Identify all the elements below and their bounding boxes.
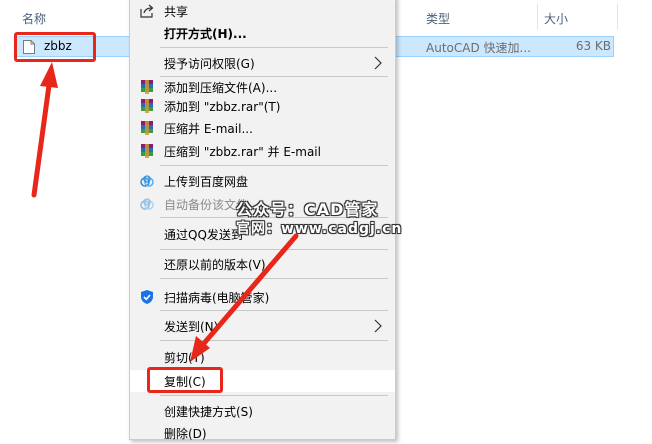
column-divider[interactable]: [537, 4, 538, 30]
baidu-cloud-icon: [140, 175, 154, 187]
menu-separator: [160, 249, 388, 250]
share-icon: [140, 4, 154, 18]
menu-item-scan-virus[interactable]: 扫描病毒(电脑管家): [130, 286, 395, 308]
menu-item-label: 上传到百度网盘: [164, 175, 249, 189]
menu-separator: [160, 278, 388, 279]
menu-item-upload-baidu[interactable]: 上传到百度网盘: [130, 170, 395, 192]
file-size: 63 KB: [575, 39, 611, 53]
menu-item-label: 剪切(T): [164, 351, 205, 365]
menu-item-restore-versions[interactable]: 还原以前的版本(V): [130, 253, 395, 275]
baidu-cloud-icon: [140, 198, 154, 210]
menu-item-label: 共享: [164, 5, 189, 19]
menu-item-send-to[interactable]: 发送到(N): [130, 315, 395, 337]
column-header-size[interactable]: 大小: [544, 10, 568, 27]
menu-item-cut[interactable]: 剪切(T): [130, 346, 395, 368]
menu-item-label: 扫描病毒(电脑管家): [164, 291, 270, 305]
shield-icon: [141, 290, 153, 304]
watermark-text: 公众号：CAD管家: [236, 200, 379, 219]
menu-item-share[interactable]: 共享: [130, 0, 395, 22]
menu-separator: [160, 47, 388, 48]
file-type: AutoCAD 快速加...: [426, 41, 531, 55]
menu-item-label: 添加到 "zbbz.rar"(T): [164, 100, 281, 114]
column-header-type[interactable]: 类型: [426, 10, 450, 27]
menu-item-label: 压缩并 E-mail...: [164, 122, 253, 136]
menu-item-label: 发送到(N): [164, 320, 219, 334]
menu-separator: [160, 165, 388, 166]
column-header-name[interactable]: 名称: [22, 10, 46, 27]
winrar-icon: [141, 80, 153, 94]
menu-item-label: 添加到压缩文件(A)...: [164, 81, 278, 95]
menu-item-create-shortcut[interactable]: 创建快捷方式(S): [130, 400, 395, 422]
menu-separator: [160, 340, 388, 341]
menu-item-label: 还原以前的版本(V): [164, 258, 266, 272]
annotation-highlight-file: [14, 32, 96, 62]
column-divider[interactable]: [617, 4, 618, 30]
menu-item-delete[interactable]: 删除(D): [130, 422, 395, 444]
winrar-icon: [141, 121, 153, 135]
menu-separator: [160, 395, 388, 396]
menu-item-grant-access[interactable]: 授予访问权限(G): [130, 52, 395, 74]
menu-item-label: 打开方式(H)...: [164, 27, 247, 41]
menu-item-add-rar[interactable]: 添加到 "zbbz.rar"(T): [130, 95, 395, 117]
menu-item-open-with[interactable]: 打开方式(H)...: [130, 22, 395, 44]
watermark-text: 官网：www.cadgj.cn: [236, 221, 403, 237]
menu-item-label: 创建快捷方式(S): [164, 405, 253, 419]
winrar-icon: [141, 144, 153, 158]
menu-item-compress-rar-email[interactable]: 压缩到 "zbbz.rar" 并 E-mail: [130, 140, 395, 162]
chevron-right-icon: [374, 56, 382, 70]
menu-item-label: 删除(D): [164, 427, 207, 441]
annotation-highlight-copy: [147, 367, 223, 393]
menu-item-label: 压缩到 "zbbz.rar" 并 E-mail: [164, 145, 321, 159]
menu-separator: [160, 310, 388, 311]
menu-item-label: 通过QQ发送到: [164, 228, 243, 242]
menu-item-label: 授予访问权限(G): [164, 57, 255, 71]
menu-item-compress-email[interactable]: 压缩并 E-mail...: [130, 117, 395, 139]
winrar-icon: [141, 99, 153, 113]
chevron-right-icon: [374, 319, 382, 333]
